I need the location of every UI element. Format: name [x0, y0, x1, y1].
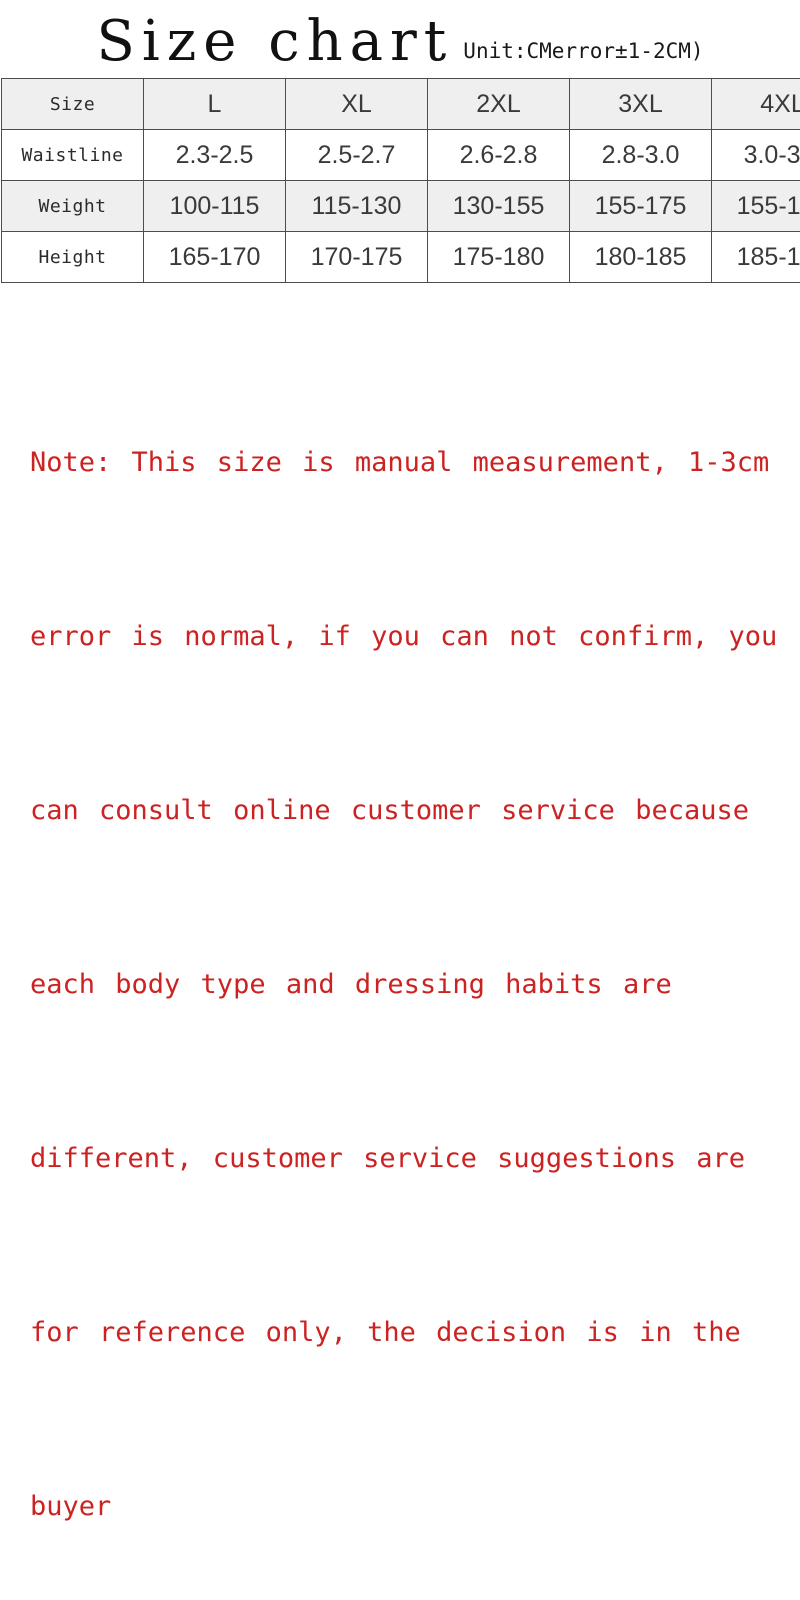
cell-weight-4xl: 155-175	[712, 181, 800, 232]
table-row: Weight 100-115 115-130 130-155 155-175 1…	[2, 181, 800, 232]
note-line: for reference only, the decision is in t…	[30, 1304, 790, 1362]
cell-weight-3xl: 155-175	[570, 181, 712, 232]
column-header-size: Size	[2, 79, 144, 130]
column-header-xl: XL	[286, 79, 428, 130]
table-row: Height 165-170 170-175 175-180 180-185 1…	[2, 232, 800, 283]
column-header-l: L	[144, 79, 286, 130]
note-line: different, customer service suggestions …	[30, 1130, 790, 1188]
unit-note: Unit:CMerror±1-2CM)	[453, 38, 703, 72]
row-label-weight: Weight	[2, 181, 144, 232]
cell-waistline-4xl: 3.0-3.2	[712, 130, 800, 181]
note-line: each body type and dressing habits are	[30, 956, 790, 1014]
cell-height-4xl: 185-190	[712, 232, 800, 283]
cell-waistline-2xl: 2.6-2.8	[428, 130, 570, 181]
column-header-2xl: 2XL	[428, 79, 570, 130]
table-header-row: Size L XL 2XL 3XL 4XL	[2, 79, 800, 130]
cell-waistline-3xl: 2.8-3.0	[570, 130, 712, 181]
cell-height-3xl: 180-185	[570, 232, 712, 283]
size-chart-table: Size L XL 2XL 3XL 4XL Waistline 2.3-2.5 …	[1, 78, 800, 283]
note-block: Note: This size is manual measurement, 1…	[30, 318, 790, 1600]
cell-weight-xl: 115-130	[286, 181, 428, 232]
note-line: can consult online customer service beca…	[30, 782, 790, 840]
cell-height-xl: 170-175	[286, 232, 428, 283]
column-header-3xl: 3XL	[570, 79, 712, 130]
note-line: buyer	[30, 1478, 790, 1536]
note-line: error is normal, if you can not confirm,…	[30, 608, 790, 666]
cell-weight-2xl: 130-155	[428, 181, 570, 232]
note-line: Note: This size is manual measurement, 1…	[30, 434, 790, 492]
row-label-waistline: Waistline	[2, 130, 144, 181]
cell-waistline-l: 2.3-2.5	[144, 130, 286, 181]
size-chart-page: Size chart Unit:CMerror±1-2CM) Size L XL…	[0, 0, 800, 800]
page-title: Size chart	[96, 12, 453, 72]
cell-height-2xl: 175-180	[428, 232, 570, 283]
row-label-height: Height	[2, 232, 144, 283]
title-block: Size chart Unit:CMerror±1-2CM)	[0, 0, 800, 72]
cell-weight-l: 100-115	[144, 181, 286, 232]
column-header-4xl: 4XL	[712, 79, 800, 130]
table-row: Waistline 2.3-2.5 2.5-2.7 2.6-2.8 2.8-3.…	[2, 130, 800, 181]
cell-waistline-xl: 2.5-2.7	[286, 130, 428, 181]
cell-height-l: 165-170	[144, 232, 286, 283]
